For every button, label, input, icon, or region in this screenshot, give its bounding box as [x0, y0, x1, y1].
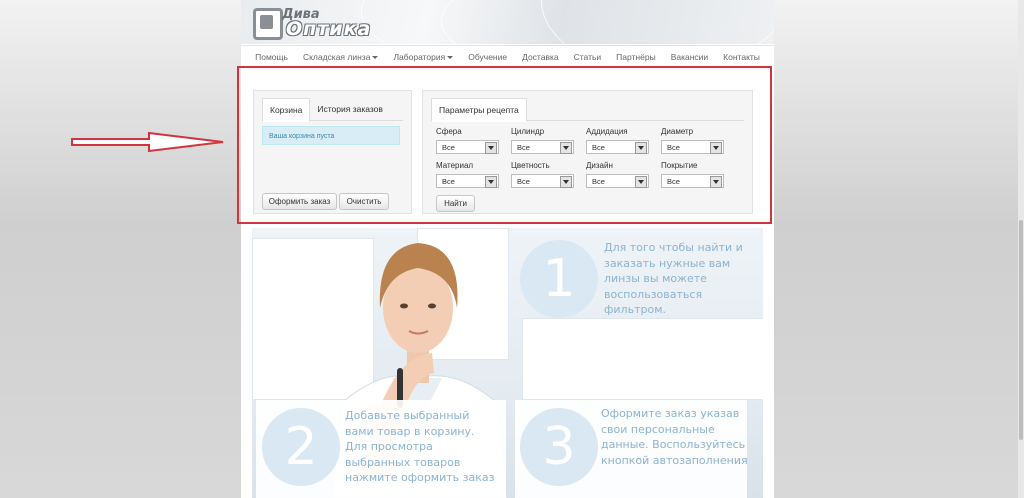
- nav-item-delivery[interactable]: Доставка: [515, 52, 567, 62]
- step-2-number: 2: [262, 408, 340, 486]
- select-diameter[interactable]: Все: [661, 140, 724, 154]
- tab-cart[interactable]: Корзина: [262, 98, 311, 122]
- nav-item-training[interactable]: Обучение: [461, 52, 515, 62]
- label-coating: Покрытие: [661, 161, 698, 170]
- nav-item-articles[interactable]: Статьи: [566, 52, 609, 62]
- dropdown-arrow-icon: [635, 176, 647, 188]
- dropdown-arrow-icon: [485, 176, 497, 188]
- logo-text-bottom: Оптика: [286, 18, 372, 40]
- logo-mark: [253, 8, 283, 40]
- prescription-filter-panel: Параметры рецепта Сфера Цилиндр Аддидаци…: [422, 90, 753, 214]
- dropdown-arrow-icon: [560, 142, 572, 154]
- label-sphere: Сфера: [436, 127, 462, 136]
- nav-item-help[interactable]: Помощь: [248, 52, 296, 62]
- label-design: Дизайн: [586, 161, 613, 170]
- checkout-button[interactable]: Оформить заказ: [262, 193, 337, 210]
- select-sphere[interactable]: Все: [436, 140, 499, 154]
- dropdown-arrow-icon: [485, 142, 497, 154]
- cart-empty-message: Ваша корзина пуста: [262, 126, 400, 145]
- clear-cart-button[interactable]: Очистить: [339, 193, 389, 210]
- main-nav: Помощь Складская линза Лаборатория Обуче…: [241, 45, 774, 68]
- page-container: Дива Оптика Помощь Складская линза Лабор…: [241, 0, 774, 498]
- dropdown-arrow-icon: [635, 142, 647, 154]
- filter-tabs: Параметры рецепта: [431, 98, 744, 122]
- label-material: Материал: [436, 161, 474, 170]
- select-design[interactable]: Все: [586, 174, 649, 188]
- caret-down-icon: [372, 55, 379, 59]
- shop-panel: Корзина История заказов Ваша корзина пус…: [241, 66, 774, 228]
- cart-tabs: Корзина История заказов: [262, 98, 403, 122]
- label-addition: Аддидация: [586, 127, 628, 136]
- dropdown-arrow-icon: [710, 142, 722, 154]
- select-coating[interactable]: Все: [661, 174, 724, 188]
- step-2-text: Добавьте выбранный вами товар в корзину.…: [345, 409, 495, 484]
- nav-item-laboratory[interactable]: Лаборатория: [386, 52, 461, 62]
- scrollbar-thumb[interactable]: [1019, 220, 1023, 440]
- label-cylinder: Цилиндр: [511, 127, 545, 136]
- step-3-text: Оформите заказ указав свои персональные …: [601, 407, 748, 467]
- label-tint: Цветность: [511, 161, 550, 170]
- background-shelf: [522, 318, 763, 400]
- annotation-arrow-icon: [71, 131, 224, 153]
- find-button[interactable]: Найти: [436, 195, 475, 212]
- step-1-text: Для того чтобы найти и заказать нужные в…: [604, 241, 743, 316]
- caret-down-icon: [447, 55, 454, 59]
- cart-panel: Корзина История заказов Ваша корзина пус…: [253, 90, 412, 214]
- nav-item-stock-lens[interactable]: Складская линза: [295, 52, 385, 62]
- select-tint[interactable]: Все: [511, 174, 574, 188]
- select-material[interactable]: Все: [436, 174, 499, 188]
- nav-item-vacancies[interactable]: Вакансии: [663, 52, 715, 62]
- label-diameter: Диаметр: [661, 127, 694, 136]
- site-header: Дива Оптика: [241, 0, 774, 44]
- select-cylinder[interactable]: Все: [511, 140, 574, 154]
- step-1-number: 1: [520, 240, 598, 318]
- tab-order-history[interactable]: История заказов: [310, 98, 390, 120]
- step-3-number: 3: [520, 408, 598, 486]
- dropdown-arrow-icon: [560, 176, 572, 188]
- dropdown-arrow-icon: [710, 176, 722, 188]
- site-logo[interactable]: Дива Оптика: [253, 6, 370, 40]
- select-addition[interactable]: Все: [586, 140, 649, 154]
- tab-prescription-params[interactable]: Параметры рецепта: [431, 98, 527, 122]
- page-scrollbar[interactable]: [1018, 0, 1024, 498]
- instructions-banner: 1 Для того чтобы найти и заказать нужные…: [252, 228, 763, 498]
- nav-item-partners[interactable]: Партнёры: [609, 52, 664, 62]
- nav-item-contacts[interactable]: Контакты: [716, 52, 768, 62]
